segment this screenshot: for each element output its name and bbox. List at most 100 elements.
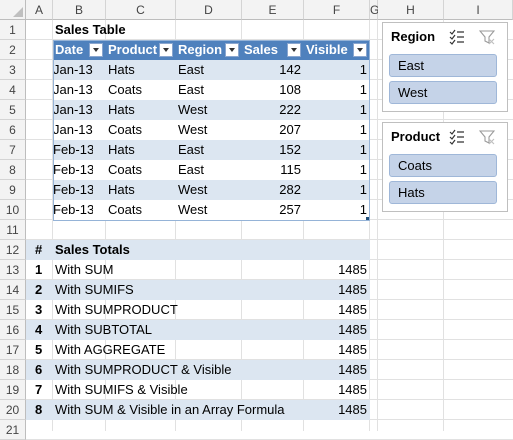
row-header[interactable]: 10 [0,200,26,220]
row-header[interactable]: 21 [0,420,26,440]
row-header[interactable]: 7 [0,140,26,160]
totals-index[interactable]: 4 [35,320,51,340]
totals-value[interactable]: 1485 [304,280,370,300]
region-cell[interactable]: West [178,120,244,140]
slicer-item-east[interactable]: East [389,54,497,77]
product-cell[interactable]: Hats [108,60,178,80]
row-header[interactable]: 3 [0,60,26,80]
table-resize-handle[interactable] [366,217,369,220]
sales-cell[interactable]: 282 [242,180,304,200]
row-header[interactable]: 14 [0,280,26,300]
region-cell[interactable]: East [178,140,244,160]
visible-cell[interactable]: 1 [304,140,370,160]
totals-value[interactable]: 1485 [304,380,370,400]
visible-cell[interactable]: 1 [304,120,370,140]
row-header[interactable]: 20 [0,400,26,420]
totals-index[interactable]: 5 [35,340,51,360]
product-cell[interactable]: Coats [108,80,178,100]
filter-dropdown-date[interactable] [89,43,103,57]
row-header[interactable]: 17 [0,340,26,360]
row-header[interactable]: 12 [0,240,26,260]
totals-value[interactable]: 1485 [304,400,370,420]
product-slicer[interactable]: Product Coats Hats [382,122,508,212]
column-header-a[interactable]: A [26,0,53,20]
row-header[interactable]: 1 [0,20,26,40]
visible-cell[interactable]: 1 [304,160,370,180]
sales-cell[interactable]: 207 [242,120,304,140]
row-header[interactable]: 5 [0,100,26,120]
product-cell[interactable]: Coats [108,200,178,220]
region-cell[interactable]: West [178,200,244,220]
totals-index[interactable]: 6 [35,360,51,380]
column-header-f[interactable]: F [304,0,370,20]
region-cell[interactable]: East [178,60,244,80]
slicer-item-west[interactable]: West [389,81,497,104]
region-cell[interactable]: West [178,100,244,120]
region-cell[interactable]: West [178,180,244,200]
row-header[interactable]: 8 [0,160,26,180]
totals-index[interactable]: 8 [35,400,51,420]
totals-index[interactable]: 1 [35,260,51,280]
date-cell[interactable]: Feb-13 [53,200,93,220]
clear-filter-icon[interactable] [479,29,495,45]
row-header[interactable]: 6 [0,120,26,140]
region-cell[interactable]: East [178,160,244,180]
date-cell[interactable]: Jan-13 [53,60,93,80]
region-cell[interactable]: East [178,80,244,100]
totals-value[interactable]: 1485 [304,260,370,280]
totals-method[interactable]: With SUM [55,260,305,280]
product-cell[interactable]: Hats [108,140,178,160]
column-header-h[interactable]: H [378,0,444,20]
product-cell[interactable]: Hats [108,180,178,200]
totals-value[interactable]: 1485 [304,340,370,360]
select-all-corner[interactable] [0,0,26,20]
product-cell[interactable]: Coats [108,160,178,180]
filter-dropdown-region[interactable] [225,43,239,57]
product-cell[interactable]: Hats [108,100,178,120]
date-cell[interactable]: Feb-13 [53,180,93,200]
sales-cell[interactable]: 257 [242,200,304,220]
column-header-e[interactable]: E [242,0,304,20]
totals-method[interactable]: With SUMIFS [55,280,305,300]
product-cell[interactable]: Coats [108,120,178,140]
date-cell[interactable]: Jan-13 [53,80,93,100]
totals-index[interactable]: 7 [35,380,51,400]
column-header-i[interactable]: I [444,0,513,20]
slicer-item-hats[interactable]: Hats [389,181,497,204]
row-header[interactable]: 15 [0,300,26,320]
filter-dropdown-visible[interactable] [353,43,367,57]
date-cell[interactable]: Feb-13 [53,140,93,160]
sales-cell[interactable]: 115 [242,160,304,180]
multi-select-icon[interactable] [449,129,465,145]
multi-select-icon[interactable] [449,29,465,45]
totals-value[interactable]: 1485 [304,300,370,320]
totals-method[interactable]: With SUBTOTAL [55,320,305,340]
column-header-c[interactable]: C [106,0,176,20]
sales-cell[interactable]: 108 [242,80,304,100]
totals-method[interactable]: With SUMPRODUCT & Visible [55,360,305,380]
visible-cell[interactable]: 1 [304,60,370,80]
row-header[interactable]: 16 [0,320,26,340]
date-cell[interactable]: Jan-13 [53,120,93,140]
totals-method[interactable]: With SUMIFS & Visible [55,380,305,400]
sales-cell[interactable]: 152 [242,140,304,160]
visible-cell[interactable]: 1 [304,200,370,220]
row-header[interactable]: 19 [0,380,26,400]
totals-method[interactable]: With SUM & Visible in an Array Formula [55,400,305,420]
sales-cell[interactable]: 142 [242,60,304,80]
spreadsheet-grid[interactable]: A B C D E F G H I 1 2 3 4 5 6 7 8 9 10 11 12 13 14 15 1… [0,0,513,440]
visible-cell[interactable]: 1 [304,100,370,120]
sales-cell[interactable]: 222 [242,100,304,120]
slicer-item-coats[interactable]: Coats [389,154,497,177]
date-cell[interactable]: Feb-13 [53,160,93,180]
row-header[interactable]: 11 [0,220,26,240]
totals-index[interactable]: 3 [35,300,51,320]
visible-cell[interactable]: 1 [304,180,370,200]
totals-index[interactable]: 2 [35,280,51,300]
visible-cell[interactable]: 1 [304,80,370,100]
column-header-g[interactable]: G [370,0,379,20]
row-header[interactable]: 4 [0,80,26,100]
region-slicer[interactable]: Region East West [382,22,508,112]
row-header[interactable]: 18 [0,360,26,380]
totals-value[interactable]: 1485 [304,360,370,380]
